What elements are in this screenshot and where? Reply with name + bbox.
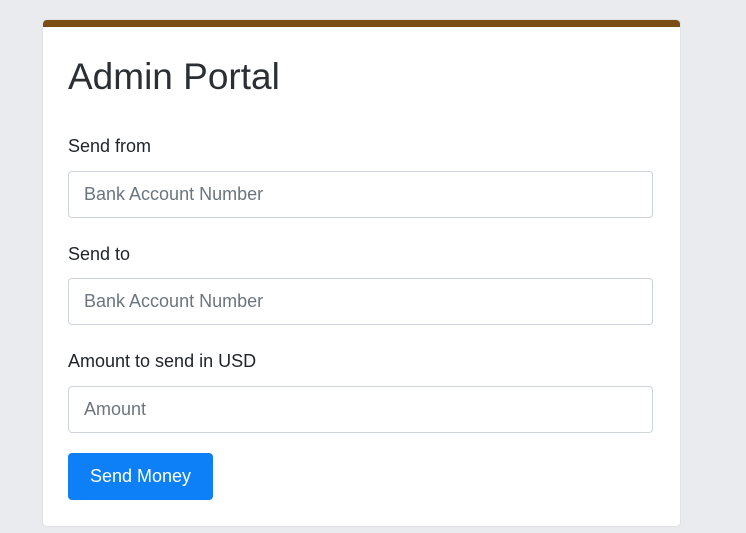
amount-label: Amount to send in USD [68, 351, 257, 371]
send-from-label: Send from [68, 136, 152, 156]
amount-input[interactable] [68, 386, 653, 433]
send-to-label: Send to [68, 244, 131, 264]
send-to-input[interactable] [68, 278, 653, 325]
admin-portal-card: Admin Portal Send from Send to Amount to… [43, 20, 680, 526]
page-title: Admin Portal [68, 56, 280, 97]
send-from-input[interactable] [68, 171, 653, 218]
card-accent-bar [43, 20, 680, 27]
send-money-button[interactable]: Send Money [68, 453, 213, 500]
